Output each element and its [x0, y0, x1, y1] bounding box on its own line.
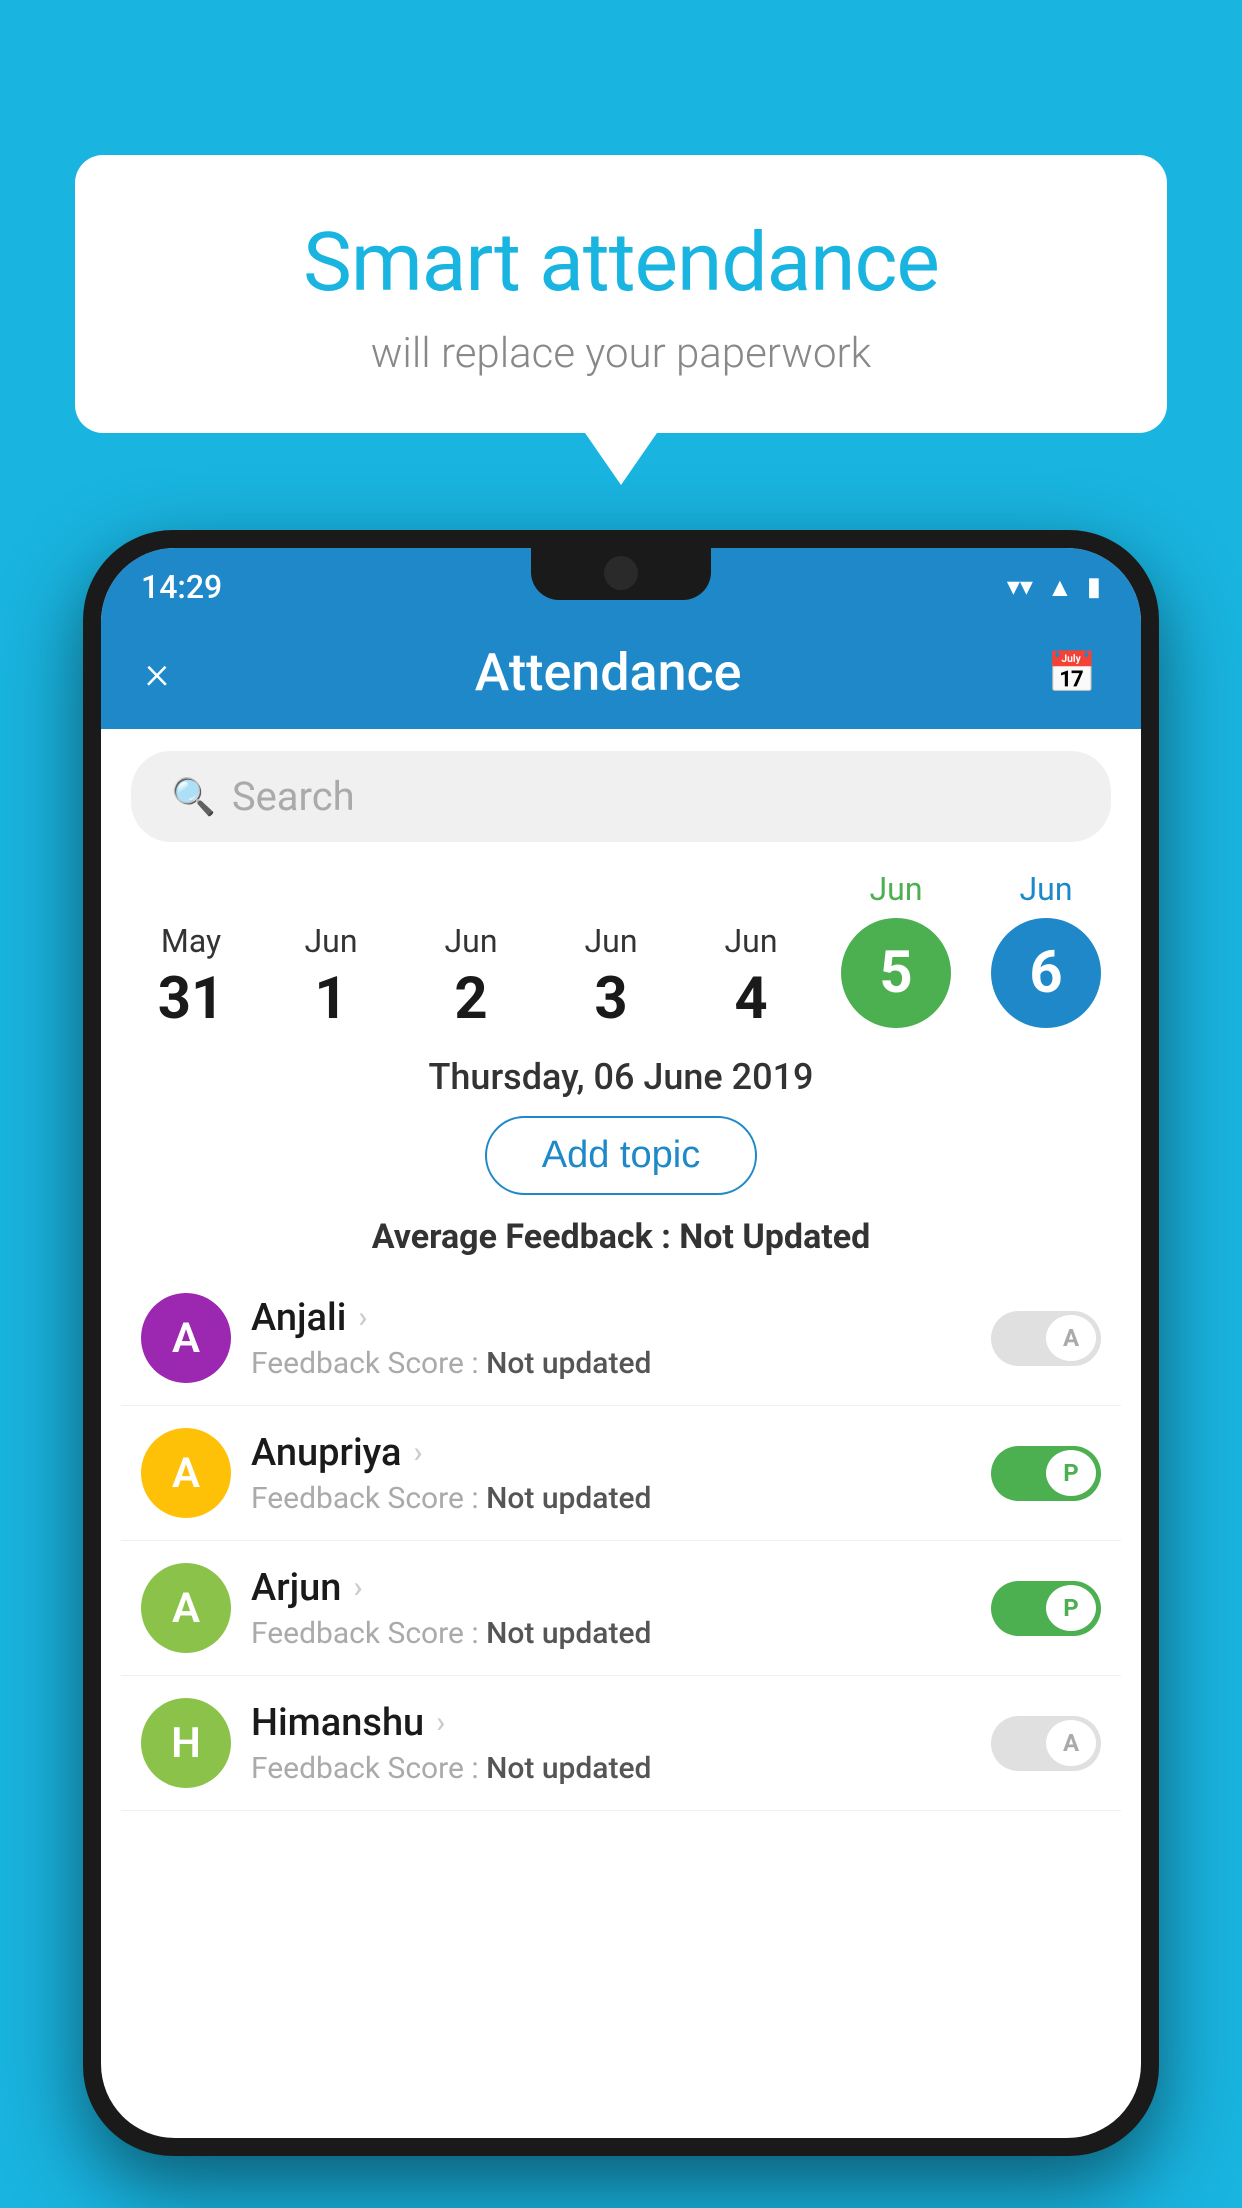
chevron-right-icon: ›	[413, 1435, 422, 1470]
date-jun1[interactable]: Jun 1	[281, 922, 381, 1028]
avatar-anupriya: A	[141, 1428, 231, 1518]
date-jun2[interactable]: Jun 2	[421, 922, 521, 1028]
battery-icon: ▮	[1087, 572, 1101, 602]
speech-bubble-subtitle: will replace your paperwork	[125, 329, 1117, 378]
date-day-6: 6	[1029, 939, 1062, 1007]
attendance-toggle-himanshu[interactable]: A	[991, 1716, 1101, 1771]
student-list: A Anjali › Feedback Score : Not updated	[101, 1271, 1141, 1811]
avatar-himanshu: H	[141, 1698, 231, 1788]
avatar-arjun: A	[141, 1563, 231, 1653]
toggle-knob-arjun: P	[1046, 1585, 1096, 1631]
app-header: × Attendance 📅	[101, 620, 1141, 729]
search-bar[interactable]: 🔍 Search	[131, 751, 1111, 842]
avg-feedback-value: Not Updated	[679, 1217, 870, 1257]
student-item-anupriya[interactable]: A Anupriya › Feedback Score : Not update…	[121, 1406, 1121, 1541]
student-info-anjali: Anjali › Feedback Score : Not updated	[231, 1296, 991, 1381]
date-day-2: 2	[421, 970, 521, 1028]
student-feedback-himanshu: Feedback Score : Not updated	[251, 1751, 971, 1786]
date-circle-green[interactable]: 5	[841, 918, 951, 1028]
attendance-toggle-anupriya[interactable]: P	[991, 1446, 1101, 1501]
speech-bubble-card: Smart attendance will replace your paper…	[75, 155, 1167, 433]
date-day-1: 1	[281, 970, 381, 1028]
student-name-anjali: Anjali ›	[251, 1296, 971, 1340]
wifi-icon: ▾▾	[1007, 572, 1033, 602]
date-day-4: 4	[701, 970, 801, 1028]
student-feedback-anjali: Feedback Score : Not updated	[251, 1346, 971, 1381]
selected-date-label: Thursday, 06 June 2019	[101, 1028, 1141, 1116]
add-topic-button[interactable]: Add topic	[485, 1116, 757, 1195]
student-item-anjali[interactable]: A Anjali › Feedback Score : Not updated	[121, 1271, 1121, 1406]
student-info-anupriya: Anupriya › Feedback Score : Not updated	[231, 1431, 991, 1516]
phone-mockup: 14:29 ▾▾ ▲ ▮ × Attendance 📅 🔍 Search	[83, 530, 1159, 2208]
student-name-anupriya: Anupriya ›	[251, 1431, 971, 1475]
student-feedback-arjun: Feedback Score : Not updated	[251, 1616, 971, 1651]
avg-feedback: Average Feedback : Not Updated	[101, 1195, 1141, 1271]
student-item-arjun[interactable]: A Arjun › Feedback Score : Not updated	[121, 1541, 1121, 1676]
date-jun5[interactable]: Jun 5	[841, 870, 951, 1028]
calendar-icon[interactable]: 📅	[1047, 649, 1097, 696]
date-may31[interactable]: May 31	[141, 922, 241, 1028]
chevron-right-icon: ›	[358, 1300, 367, 1335]
attendance-toggle-arjun[interactable]: P	[991, 1581, 1101, 1636]
phone-notch	[531, 548, 711, 600]
date-jun6[interactable]: Jun 6	[991, 870, 1101, 1028]
search-input[interactable]: Search	[232, 773, 355, 820]
avg-feedback-label: Average Feedback :	[372, 1217, 671, 1257]
phone-frame: 14:29 ▾▾ ▲ ▮ × Attendance 📅 🔍 Search	[83, 530, 1159, 2156]
date-month-0: May	[161, 922, 221, 960]
date-month-6: Jun	[1020, 870, 1073, 908]
close-button[interactable]: ×	[145, 650, 169, 696]
attendance-toggle-anjali[interactable]: A	[991, 1311, 1101, 1366]
chevron-right-icon: ›	[353, 1570, 362, 1605]
phone-screen: 14:29 ▾▾ ▲ ▮ × Attendance 📅 🔍 Search	[101, 548, 1141, 2138]
date-month-3: Jun	[585, 922, 638, 960]
toggle-knob-anupriya: P	[1046, 1450, 1096, 1496]
date-month-1: Jun	[305, 922, 358, 960]
date-month-4: Jun	[725, 922, 778, 960]
date-circle-blue[interactable]: 6	[991, 918, 1101, 1028]
phone-camera	[604, 556, 638, 590]
date-day-3: 3	[561, 970, 661, 1028]
student-info-himanshu: Himanshu › Feedback Score : Not updated	[231, 1701, 991, 1786]
avatar-anjali: A	[141, 1293, 231, 1383]
date-day-0: 31	[141, 970, 241, 1028]
search-icon: 🔍	[171, 776, 216, 818]
speech-bubble-title: Smart attendance	[125, 215, 1117, 311]
signal-icon: ▲	[1047, 572, 1073, 603]
header-title: Attendance	[475, 642, 742, 703]
chevron-right-icon: ›	[436, 1705, 445, 1740]
toggle-knob-himanshu: A	[1046, 1720, 1096, 1766]
student-name-arjun: Arjun ›	[251, 1566, 971, 1610]
date-month-2: Jun	[445, 922, 498, 960]
date-month-5: Jun	[870, 870, 923, 908]
student-name-himanshu: Himanshu ›	[251, 1701, 971, 1745]
student-feedback-anupriya: Feedback Score : Not updated	[251, 1481, 971, 1516]
student-info-arjun: Arjun › Feedback Score : Not updated	[231, 1566, 991, 1651]
date-picker: May 31 Jun 1 Jun 2 Jun 3 Jun 4	[101, 842, 1141, 1028]
status-time: 14:29	[141, 568, 222, 606]
toggle-knob-anjali: A	[1046, 1315, 1096, 1361]
date-jun3[interactable]: Jun 3	[561, 922, 661, 1028]
date-day-5: 5	[879, 939, 912, 1007]
status-icons: ▾▾ ▲ ▮	[1007, 572, 1101, 603]
student-item-himanshu[interactable]: H Himanshu › Feedback Score : Not update…	[121, 1676, 1121, 1811]
date-jun4[interactable]: Jun 4	[701, 922, 801, 1028]
